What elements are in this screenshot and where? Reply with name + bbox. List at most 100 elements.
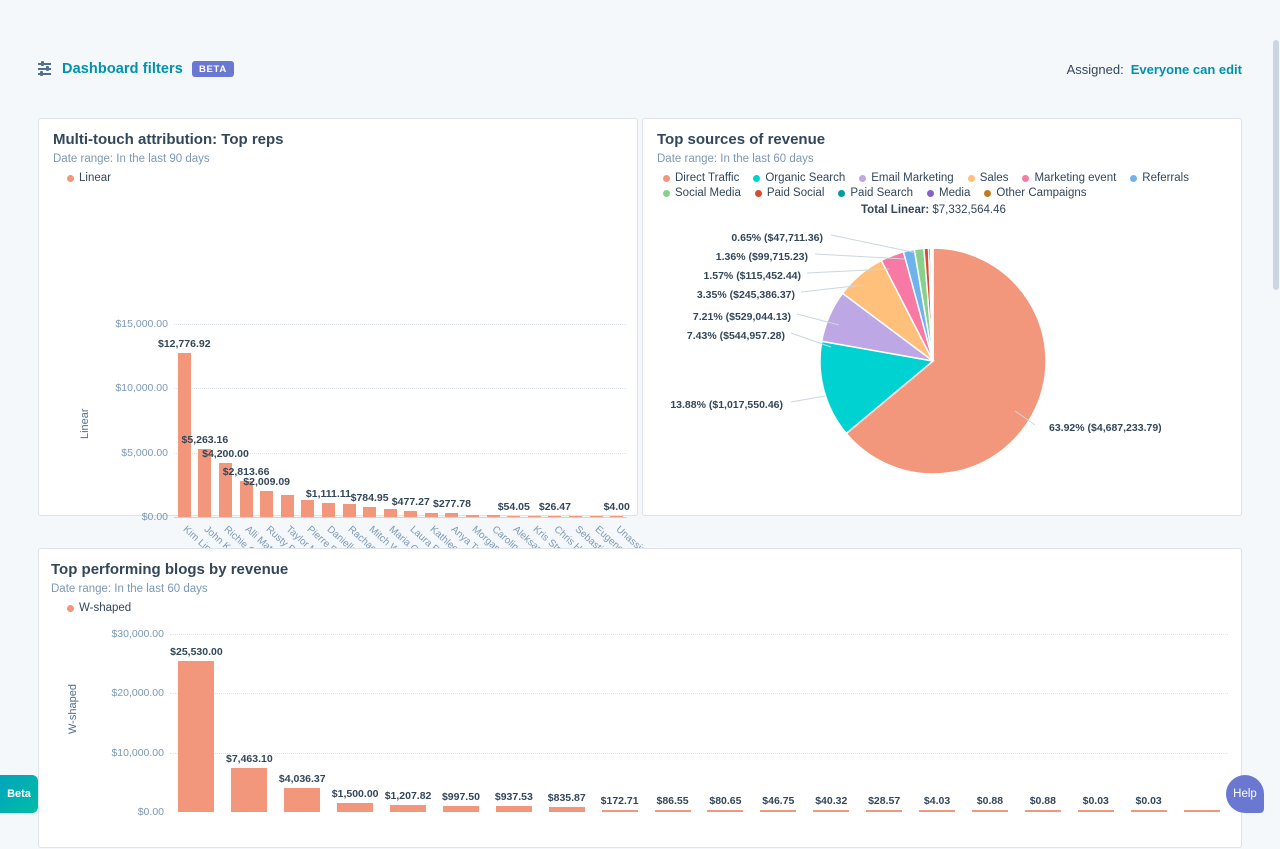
bar[interactable]: [384, 509, 397, 517]
bar[interactable]: [972, 810, 1008, 812]
bar-value-label: $5,263.16: [182, 434, 229, 446]
bar[interactable]: [487, 515, 500, 517]
bar-value-label: $0.03: [1083, 795, 1109, 807]
bar[interactable]: [281, 495, 294, 517]
dashboard-filters-label[interactable]: Dashboard filters: [62, 61, 183, 77]
bar[interactable]: [1184, 810, 1220, 812]
bar-value-label: $26.47: [539, 501, 571, 513]
bar-value-label: $4,036.37: [279, 773, 326, 785]
page-scrollbar[interactable]: [1272, 0, 1280, 813]
bar[interactable]: [1078, 810, 1114, 812]
bar[interactable]: [445, 513, 458, 517]
bar[interactable]: [549, 807, 585, 812]
bar-value-label: $4.03: [924, 795, 950, 807]
page-scrollbar-thumb[interactable]: [1273, 40, 1279, 290]
bar-value-label: $4,200.00: [202, 448, 249, 460]
bar[interactable]: [1025, 810, 1061, 812]
bar-value-label: $28.57: [868, 795, 900, 807]
pie-chart-sources: Total Linear: $7,332,564.4663.92% ($4,68…: [643, 119, 1243, 517]
bar-value-label: $46.75: [762, 795, 794, 807]
bar-value-label: $937.53: [495, 791, 533, 803]
bar-value-label: $0.88: [1030, 795, 1056, 807]
bar[interactable]: [590, 516, 603, 518]
x-axis-line: [174, 517, 627, 518]
bar[interactable]: [707, 810, 743, 812]
bar[interactable]: [602, 810, 638, 812]
bar-value-label: $2,009.09: [243, 476, 290, 488]
pie-slice[interactable]: [932, 248, 933, 361]
pie-slice-label: 1.57% ($115,452.44): [704, 270, 802, 282]
bar[interactable]: [390, 805, 426, 812]
pie-slice-label: 0.65% ($47,711.36): [731, 232, 823, 244]
bar[interactable]: [443, 806, 479, 812]
card-multi-touch-attribution: Multi-touch attribution: Top reps Date r…: [38, 118, 638, 516]
bar[interactable]: [507, 516, 520, 518]
bar[interactable]: [343, 504, 356, 517]
bar[interactable]: [866, 810, 902, 812]
bar-chart-blogs: $0.00$10,000.00$20,000.00$30,000.00W-sha…: [39, 549, 1243, 849]
bar[interactable]: [1131, 810, 1167, 812]
bar[interactable]: [231, 768, 267, 812]
bar-value-label: $80.65: [709, 795, 741, 807]
pie-leader-line: [791, 396, 825, 402]
filter-sliders-icon: [38, 62, 53, 76]
y-axis-tick-label: $5,000.00: [96, 447, 168, 459]
bar-value-label: $1,111.11: [306, 488, 351, 500]
chart-gridline: [170, 634, 1228, 635]
bar-value-label: $172.71: [601, 795, 639, 807]
dashboard-filters-control[interactable]: Dashboard filters BETA: [38, 61, 234, 77]
pie-slice-label: 1.36% ($99,715.23): [716, 251, 808, 263]
card-top-performing-blogs: Top performing blogs by revenue Date ran…: [38, 548, 1242, 848]
bar[interactable]: [813, 810, 849, 812]
bar[interactable]: [337, 803, 373, 812]
bar[interactable]: [322, 503, 335, 517]
chart-gridline: [170, 753, 1228, 754]
help-button[interactable]: Help: [1226, 775, 1264, 813]
bar[interactable]: [919, 810, 955, 812]
pie-leader-line: [831, 235, 917, 253]
bar[interactable]: [528, 516, 541, 518]
assigned-value-link[interactable]: Everyone can edit: [1131, 62, 1242, 77]
beta-tab-button[interactable]: Beta: [0, 775, 38, 813]
bar-value-label: $0.03: [1136, 795, 1162, 807]
bar-value-label: $835.87: [548, 792, 586, 804]
pie-slice-label: 7.43% ($544,957.28): [687, 330, 785, 342]
assigned-label: Assigned:: [1067, 62, 1124, 77]
bar[interactable]: [548, 516, 561, 518]
bar-value-label: $1,500.00: [332, 788, 379, 800]
bar-chart-attribution: $0.00$5,000.00$10,000.00$15,000.00Linear…: [39, 119, 639, 517]
y-axis-tick-label: $20,000.00: [78, 687, 164, 699]
bar-value-label: $54.05: [498, 501, 530, 513]
bar[interactable]: [178, 661, 214, 812]
chart-gridline: [174, 388, 627, 389]
bar[interactable]: [284, 788, 320, 812]
y-axis-title: W-shaped: [67, 684, 79, 734]
bar[interactable]: [404, 511, 417, 517]
y-axis-title: Linear: [79, 408, 91, 439]
bar[interactable]: [655, 810, 691, 812]
bar-value-label: $0.88: [977, 795, 1003, 807]
bar[interactable]: [466, 515, 479, 517]
bar-value-label: $477.27: [392, 496, 430, 508]
bar-value-label: $784.95: [351, 492, 389, 504]
bar[interactable]: [363, 507, 376, 517]
bar-value-label: $12,776.92: [158, 338, 211, 350]
bar[interactable]: [260, 491, 273, 517]
bar-value-label: $25,530.00: [170, 646, 223, 658]
beta-badge: BETA: [192, 61, 234, 77]
bar-value-label: $4.00: [604, 501, 630, 513]
bar-value-label: $997.50: [442, 791, 480, 803]
bar[interactable]: [569, 516, 582, 518]
pie-slice-label: 3.35% ($245,386.37): [697, 289, 795, 301]
bar[interactable]: [760, 810, 796, 812]
bar[interactable]: [496, 806, 532, 812]
bar-value-label: $277.78: [433, 498, 471, 510]
pie-slice-label: 7.21% ($529,044.13): [693, 311, 791, 323]
dashboard-toolbar: Dashboard filters BETA Assigned: Everyon…: [0, 48, 1280, 90]
chart-gridline: [174, 324, 627, 325]
bar[interactable]: [610, 516, 623, 518]
pie-slice-label: 13.88% ($1,017,550.46): [670, 399, 783, 411]
bar[interactable]: [425, 513, 438, 517]
bar[interactable]: [301, 500, 314, 517]
bar-value-label: $86.55: [656, 795, 688, 807]
